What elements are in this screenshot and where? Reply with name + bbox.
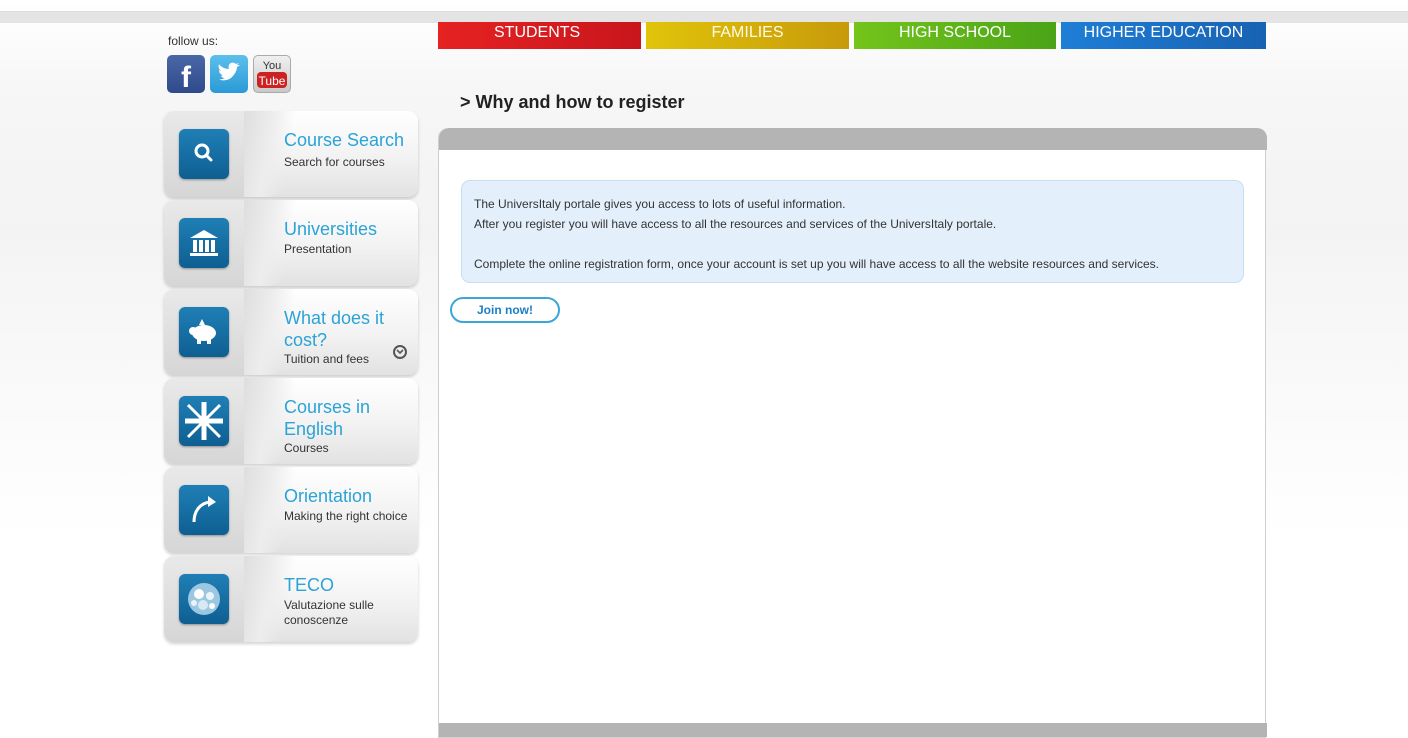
university-building-icon: [179, 218, 229, 268]
nav-students[interactable]: STUDENTS: [438, 22, 641, 49]
sidebar-item-subtitle: Making the right choice: [284, 509, 408, 523]
sidebar-item-title: What does it cost?: [284, 308, 385, 350]
youtube-text-bottom: Tube: [259, 74, 286, 88]
sidebar-item-swoosh: [244, 111, 304, 197]
follow-us-label: follow us:: [168, 34, 219, 48]
content-box-header: [439, 128, 1267, 150]
svg-text:f: f: [181, 61, 192, 93]
sidebar-item-title: Universities: [284, 219, 378, 239]
join-now-button[interactable]: Join now!: [450, 297, 560, 323]
chevron-down-icon[interactable]: [393, 345, 407, 359]
search-icon: [179, 129, 229, 179]
info-line: After you register you will have access …: [474, 217, 997, 231]
piggy-bank-icon: [179, 307, 229, 357]
facebook-icon[interactable]: f: [167, 55, 205, 94]
sidebar-item-subtitle: Valutazione sulle conoscenze: [284, 598, 374, 627]
nav-higher-education[interactable]: HIGHER EDUCATION: [1061, 22, 1266, 49]
teco-logo-icon: [179, 574, 229, 624]
sidebar-item-title: Course Search: [284, 130, 405, 150]
sidebar-item-course-search[interactable]: Course Search Search for courses: [164, 111, 418, 197]
sidebar-item-teco[interactable]: TECO Valutazione sulle conoscenze: [164, 556, 418, 642]
content-box: The UniversItaly portale gives you acces…: [438, 128, 1267, 738]
audience-nav: STUDENTS FAMILIES HIGH SCHOOL HIGHER EDU…: [438, 22, 1266, 49]
twitter-icon[interactable]: [210, 55, 248, 93]
nav-high-school[interactable]: HIGH SCHOOL: [854, 22, 1056, 49]
nav-families[interactable]: FAMILIES: [646, 22, 849, 49]
sidebar-item-title: Orientation: [284, 486, 373, 506]
info-line: The UniversItaly portale gives you acces…: [474, 197, 846, 211]
info-panel: The UniversItaly portale gives you acces…: [461, 180, 1244, 283]
sidebar-item-subtitle: Presentation: [284, 242, 352, 256]
sidebar-item-courses-english[interactable]: Courses in English Courses: [164, 378, 418, 464]
sidebar-item-title: Courses in English: [284, 397, 371, 439]
sidebar-item-subtitle: Courses: [284, 441, 329, 455]
youtube-icon[interactable]: You Tube: [253, 55, 291, 93]
page-title: > Why and how to register: [460, 92, 685, 112]
sidebar-item-subtitle: Search for courses: [284, 155, 385, 169]
sidebar-item-orientation[interactable]: Orientation Making the right choice: [164, 467, 418, 553]
content-box-footer: [439, 723, 1267, 737]
sidebar-item-title: TECO: [284, 575, 335, 595]
sidebar-item-universities[interactable]: Universities Presentation: [164, 200, 418, 286]
info-line: Complete the online registration form, o…: [474, 257, 1160, 271]
curved-arrow-icon: [179, 485, 229, 535]
union-jack-flag-icon: [179, 396, 229, 446]
sidebar-item-cost[interactable]: What does it cost? Tuition and fees: [164, 289, 418, 375]
youtube-text-top: You: [263, 60, 282, 72]
